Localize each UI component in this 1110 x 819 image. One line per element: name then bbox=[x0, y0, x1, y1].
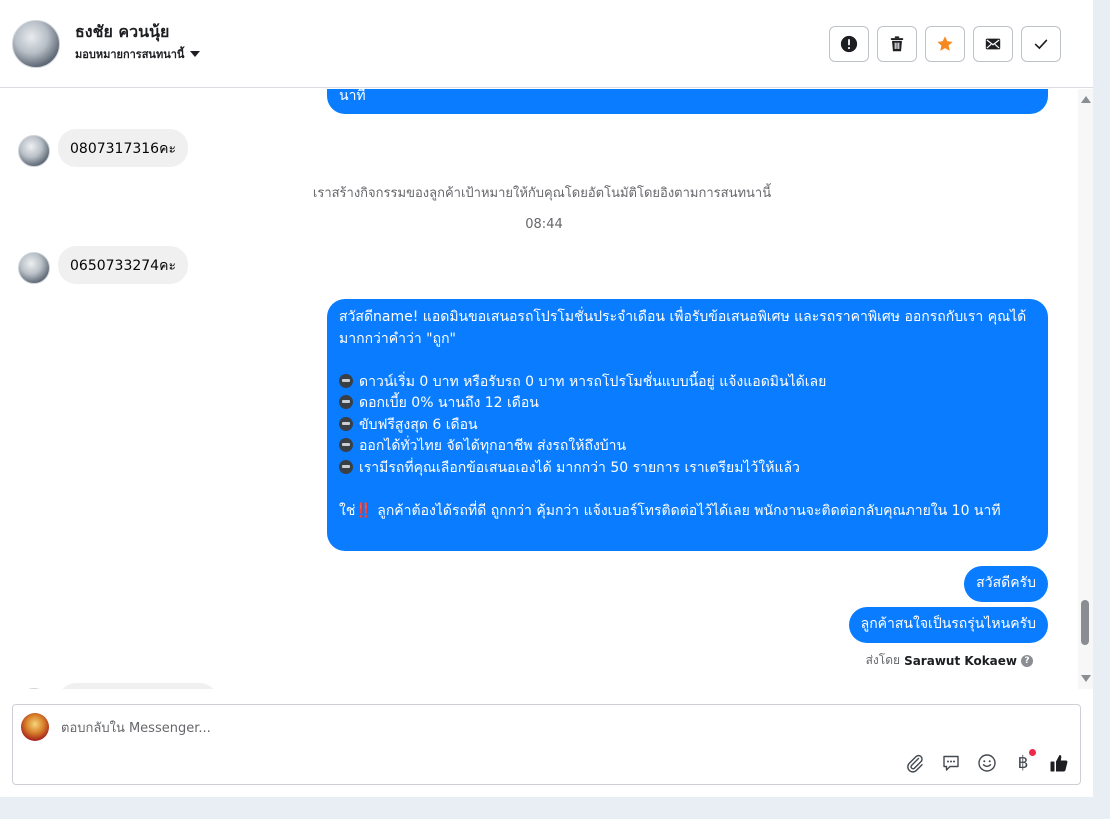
like-icon bbox=[1050, 755, 1068, 772]
quick-reply-icon bbox=[943, 755, 959, 771]
emoji-icon bbox=[978, 754, 996, 772]
message-text: 0650733274คะ bbox=[70, 258, 176, 274]
promo-bullet: เรามีรถที่คุณเลือกข้อเสนอเองได้ มากกว่า … bbox=[339, 458, 1036, 480]
contact-avatar[interactable] bbox=[12, 20, 60, 68]
reply-input[interactable] bbox=[61, 717, 761, 739]
promo-intro: สวัสดีname! แอดมินขอเสนอรถโปรโมชั่นประจำ… bbox=[339, 309, 1027, 347]
message-timestamp: 08:44 bbox=[525, 217, 563, 232]
scroll-up-icon[interactable] bbox=[1081, 96, 1091, 103]
message-text: ลูกค้าสนใจเป็นรถรุ่นไหนครับ bbox=[860, 616, 1036, 632]
emoji-button[interactable] bbox=[976, 752, 998, 774]
message-text: 0807317316คะ bbox=[70, 141, 176, 157]
scroll-thumb[interactable] bbox=[1081, 600, 1089, 645]
attach-button[interactable] bbox=[904, 752, 926, 774]
promo-bullet: ออกได้ทั่วไทย จัดได้ทุกอาชีพ ส่งรถให้ถึง… bbox=[339, 436, 1036, 458]
payment-button[interactable]: ฿ bbox=[1012, 749, 1036, 774]
notification-dot bbox=[1029, 749, 1036, 756]
promo-message[interactable]: สวัสดีname! แอดมินขอเสนอรถโปรโมชั่นประจำ… bbox=[327, 299, 1048, 551]
customer-avatar[interactable] bbox=[18, 688, 50, 689]
conversation-header: ธงชัย ควนนุ้ย มอบหมายการสนทนานี้ bbox=[0, 0, 1093, 88]
assign-label: มอบหมายการสนทนานี้ bbox=[75, 48, 185, 61]
double-exclamation-icon: ‼️ bbox=[355, 502, 373, 519]
mark-unread-button[interactable] bbox=[973, 26, 1013, 62]
reply-composer: ฿ bbox=[12, 704, 1081, 785]
trash-icon bbox=[890, 36, 904, 52]
assign-conversation-dropdown[interactable]: มอบหมายการสนทนานี้ bbox=[75, 45, 201, 63]
outgoing-message[interactable]: สวัสดีครับ bbox=[964, 566, 1048, 602]
payment-icon: ฿ bbox=[1017, 753, 1029, 773]
outgoing-message[interactable]: ลูกค้าสนใจเป็นรถรุ่นไหนครับ bbox=[848, 607, 1048, 643]
incoming-message[interactable] bbox=[58, 683, 218, 689]
sender-name: Sarawut Kokaew bbox=[904, 653, 1017, 668]
paperclip-icon bbox=[907, 754, 923, 773]
car-emoji-icon bbox=[339, 395, 353, 409]
report-button[interactable] bbox=[829, 26, 869, 62]
caret-down-icon bbox=[190, 51, 201, 57]
header-actions bbox=[829, 26, 1061, 62]
sent-by-info: ส่งโดย Sarawut Kokaew ? bbox=[866, 651, 1033, 670]
message-text: สวัสดีครับ bbox=[976, 575, 1036, 591]
composer-tools: ฿ bbox=[904, 749, 1070, 774]
star-button[interactable] bbox=[925, 26, 965, 62]
help-icon[interactable]: ? bbox=[1021, 654, 1033, 667]
promo-bullet: ดอกเบี้ย 0% นานถึง 12 เดือน bbox=[339, 393, 1036, 415]
contact-name[interactable]: ธงชัย ควนนุ้ย bbox=[75, 20, 169, 45]
promo-closing: ใช่‼️ ลูกค้าต้องได้รถที่ดี ถูกกว่า คุ้มก… bbox=[339, 502, 1001, 519]
page-avatar bbox=[21, 713, 49, 741]
customer-avatar[interactable] bbox=[18, 252, 50, 284]
promo-bullet: ขับฟรีสูงสุด 6 เดือน bbox=[339, 415, 1036, 437]
star-icon bbox=[937, 36, 953, 51]
envelope-icon bbox=[985, 38, 1001, 50]
conversation-panel: ธงชัย ควนนุ้ย มอบหมายการสนทนานี้ นาที 08… bbox=[0, 0, 1093, 797]
like-button[interactable] bbox=[1048, 752, 1070, 774]
sent-by-label: ส่งโดย bbox=[865, 653, 901, 667]
customer-avatar[interactable] bbox=[18, 135, 50, 167]
check-icon bbox=[1034, 39, 1048, 50]
promo-bullet: ดาวน์เริ่ม 0 บาท หรือรับรถ 0 บาท หารถโปร… bbox=[339, 372, 1036, 394]
incoming-message[interactable]: 0807317316คะ bbox=[58, 129, 188, 167]
scroll-down-icon[interactable] bbox=[1081, 675, 1091, 682]
car-emoji-icon bbox=[339, 459, 353, 474]
message-scrollbar[interactable] bbox=[1078, 89, 1093, 689]
delete-button[interactable] bbox=[877, 26, 917, 62]
mark-done-button[interactable] bbox=[1021, 26, 1061, 62]
system-note: เราสร้างกิจกรรมของลูกค้าเป้าหมายให้กับคุ… bbox=[312, 186, 772, 201]
car-emoji-icon bbox=[339, 373, 353, 388]
car-emoji-icon bbox=[339, 416, 353, 431]
message-list[interactable]: นาที 0807317316คะ เราสร้างกิจกรรมของลูกค… bbox=[0, 89, 1078, 689]
alert-circle-icon bbox=[840, 35, 858, 53]
incoming-message[interactable]: 0650733274คะ bbox=[58, 246, 188, 284]
outgoing-message[interactable]: นาที bbox=[327, 89, 1048, 114]
quick-reply-button[interactable] bbox=[940, 752, 962, 774]
message-text: นาที bbox=[339, 89, 366, 104]
car-emoji-icon bbox=[339, 438, 353, 452]
